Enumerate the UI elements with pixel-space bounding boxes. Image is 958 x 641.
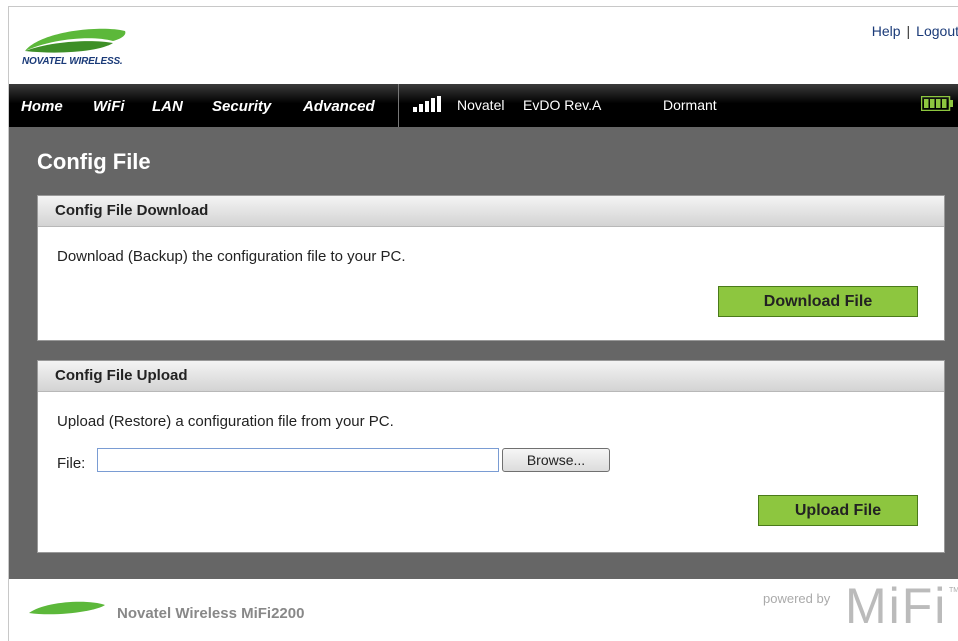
download-panel-heading: Config File Download [38, 196, 944, 227]
main-content: Config File Config File Download Downloa… [9, 127, 958, 579]
battery-icon [921, 96, 953, 111]
download-description: Download (Backup) the configuration file… [57, 248, 406, 265]
nav-advanced[interactable]: Advanced [303, 98, 375, 115]
page-title: Config File [37, 149, 151, 174]
powered-by-text: powered by [763, 591, 831, 606]
file-path-input[interactable] [97, 448, 499, 472]
help-link[interactable]: Help [872, 23, 901, 39]
upload-panel: Config File Upload Upload (Restore) a co… [37, 360, 945, 553]
logout-link[interactable]: Logout [916, 23, 958, 39]
app-frame: NOVATEL WIRELESS. Help | Logout Home WiFi … [8, 6, 958, 641]
signal-bars-icon [413, 96, 441, 112]
download-file-button[interactable]: Download File [718, 286, 918, 317]
upload-file-button[interactable]: Upload File [758, 495, 918, 526]
nav-divider [398, 84, 399, 127]
novatel-swoosh-icon [29, 601, 105, 615]
download-panel: Config File Download Download (Backup) t… [37, 195, 945, 341]
carrier-name: Novatel [457, 97, 505, 113]
link-separator: | [906, 23, 911, 39]
nav-home[interactable]: Home [21, 98, 63, 115]
nav-security[interactable]: Security [212, 98, 271, 115]
top-links: Help | Logout [872, 23, 958, 39]
header: NOVATEL WIRELESS. Help | Logout [9, 7, 958, 83]
trademark-mark: TM [949, 587, 958, 594]
footer-product-name: Novatel Wireless MiFi2200 [117, 605, 305, 622]
mifi-logo: MiFi [845, 578, 948, 634]
file-label: File: [57, 455, 86, 472]
upload-description: Upload (Restore) a configuration file fr… [57, 413, 394, 430]
novatel-logo-text: NOVATEL WIRELESS. [22, 56, 123, 67]
nav-bar: Home WiFi LAN Security Advanced Novatel … [9, 84, 958, 127]
footer: Novatel Wireless MiFi2200 powered by MiF… [9, 578, 958, 641]
nav-wifi[interactable]: WiFi [93, 98, 125, 115]
upload-panel-heading: Config File Upload [38, 361, 944, 392]
network-type: EvDO Rev.A [523, 97, 602, 113]
browse-button[interactable]: Browse... [502, 448, 610, 472]
nav-lan[interactable]: LAN [152, 98, 183, 115]
connection-state: Dormant [663, 97, 717, 113]
